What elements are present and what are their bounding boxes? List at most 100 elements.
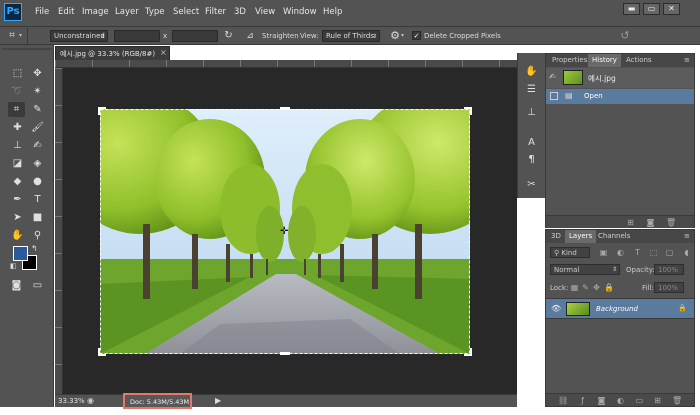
panel-menu-icon[interactable]: ≡ — [684, 56, 690, 64]
tab-3d[interactable]: 3D — [547, 230, 565, 243]
blend-mode-dropdown[interactable]: Normal ⇕ — [550, 264, 620, 275]
pixel-filter-icon[interactable]: ▣ — [599, 248, 608, 257]
history-snapshot-row[interactable]: ✍ 예시.jpg — [546, 68, 694, 88]
menu-filter[interactable]: Filter — [205, 7, 226, 17]
crop-handle-bottom-left[interactable] — [98, 348, 106, 356]
vertical-ruler[interactable] — [55, 68, 63, 394]
crop-tool-icon[interactable]: ⌗ — [8, 102, 25, 117]
marquee-tool-icon[interactable]: ⬚ — [9, 66, 26, 81]
adjustments-panel-icon[interactable]: ☰ — [523, 82, 540, 97]
paragraph-panel-icon[interactable]: ¶ — [523, 152, 540, 167]
menu-type[interactable]: Type — [145, 7, 165, 17]
eye-visibility-icon[interactable]: 👁 — [551, 304, 561, 313]
close-button[interactable]: ✕ — [663, 3, 680, 15]
lasso-tool-icon[interactable]: ➰ — [9, 84, 26, 99]
lock-position-icon[interactable]: ✥ — [592, 283, 601, 292]
brush-tool-icon[interactable]: 🖌 — [29, 120, 46, 135]
pen-tool-icon[interactable]: ✒ — [9, 192, 26, 207]
spot-healing-tool-icon[interactable]: ✚ — [9, 120, 26, 135]
menu-window[interactable]: Window — [283, 7, 317, 17]
lock-pixels-icon[interactable]: ✎ — [581, 283, 590, 292]
tab-actions[interactable]: Actions — [622, 54, 656, 67]
status-info-icon[interactable]: ◉ — [87, 396, 94, 405]
menu-select[interactable]: Select — [173, 7, 199, 17]
height-input[interactable] — [172, 30, 218, 42]
type-tool-icon[interactable]: T — [29, 192, 46, 207]
swap-colors-icon[interactable]: ↰ — [31, 244, 38, 253]
new-snapshot-icon[interactable]: ◙ — [646, 218, 655, 227]
tool-presets-panel-icon[interactable]: ✂ — [523, 177, 540, 192]
smart-object-filter-icon[interactable]: ▢ — [665, 248, 674, 257]
history-step-checkbox[interactable] — [550, 92, 558, 100]
layer-style-icon[interactable]: ƒ — [578, 396, 587, 405]
gear-icon[interactable]: ⚙ — [388, 29, 402, 43]
shape-filter-icon[interactable]: ⬚ — [649, 248, 658, 257]
foreground-color-swatch[interactable] — [13, 246, 28, 261]
history-brush-tool-icon[interactable]: ✍ — [29, 138, 46, 153]
layer-row[interactable]: 👁 Background 🔒 — [546, 298, 694, 319]
menu-layer[interactable]: Layer — [115, 7, 139, 17]
new-layer-icon[interactable]: ⊞ — [653, 396, 662, 405]
adjustment-filter-icon[interactable]: ◐ — [616, 248, 625, 257]
menu-file[interactable]: File — [35, 7, 49, 17]
history-step-row[interactable]: ▤ Open — [546, 89, 694, 104]
adjustment-layer-icon[interactable]: ◐ — [616, 396, 625, 405]
reset-icon[interactable]: ↺ — [618, 29, 632, 43]
preset-chevron-icon[interactable]: ▾ — [19, 32, 22, 39]
swap-icon[interactable]: ↻ — [222, 29, 235, 42]
eraser-tool-icon[interactable]: ◪ — [9, 156, 26, 171]
link-layers-icon[interactable]: ⛓ — [558, 396, 568, 405]
paint-bucket-tool-icon[interactable]: ◈ — [29, 156, 46, 171]
type-filter-icon[interactable]: T — [633, 248, 642, 257]
path-selection-tool-icon[interactable]: ➤ — [9, 210, 26, 225]
delete-state-icon[interactable]: 🗑 — [666, 218, 676, 227]
doc-size-highlight[interactable]: Doc: 5.43M/5.43M — [123, 393, 192, 409]
delete-cropped-checkbox[interactable]: ✓ — [412, 31, 421, 40]
add-mask-icon[interactable]: ◙ — [597, 396, 606, 405]
document-tab[interactable]: 예시.jpg @ 33.3% (RGB/8#) × — [55, 46, 170, 60]
filter-kind-dropdown[interactable]: ⚲ Kind — [550, 247, 590, 258]
move-tool-icon[interactable]: ✥ — [29, 66, 46, 81]
new-document-from-state-icon[interactable]: ⊞ — [626, 218, 635, 227]
tab-channels[interactable]: Channels — [594, 230, 634, 243]
status-menu-arrow-icon[interactable]: ▶ — [215, 396, 221, 405]
eyedropper-tool-icon[interactable]: ✎ — [29, 102, 46, 117]
tab-history[interactable]: History — [588, 54, 621, 67]
view-dropdown[interactable]: Rule of Thirds ⇕ — [322, 30, 380, 42]
crop-tool-preset-icon[interactable]: ⌗ — [5, 29, 19, 43]
straighten-label[interactable]: Straighten — [262, 32, 299, 40]
width-input[interactable] — [114, 30, 160, 42]
close-tab-icon[interactable]: × — [160, 48, 167, 57]
clone-stamp-tool-icon[interactable]: ⊥ — [9, 138, 26, 153]
character-panel-icon[interactable]: A — [523, 135, 540, 150]
crop-handle-bottom-right[interactable] — [464, 348, 472, 356]
layer-name[interactable]: Background — [596, 305, 638, 313]
menu-image[interactable]: Image — [82, 7, 109, 17]
menu-edit[interactable]: Edit — [58, 7, 74, 17]
menu-help[interactable]: Help — [323, 7, 342, 17]
fill-input[interactable]: 100% — [654, 282, 684, 293]
lock-transparency-icon[interactable]: ▦ — [570, 283, 579, 292]
dodge-tool-icon[interactable]: ● — [29, 174, 46, 189]
crop-handle-top-right[interactable] — [464, 107, 472, 115]
history-brush-source-icon[interactable]: ✍ — [549, 72, 556, 81]
screen-mode-icon[interactable]: ▭ — [29, 278, 46, 293]
quick-mask-icon[interactable]: ◙ — [8, 278, 25, 293]
crop-handle-top[interactable] — [280, 107, 290, 110]
blur-tool-icon[interactable]: ◆ — [9, 174, 26, 189]
minimize-button[interactable]: ▬ — [623, 3, 640, 15]
tab-layers[interactable]: Layers — [565, 230, 597, 243]
brush-panel-icon[interactable]: ✋ — [523, 64, 540, 79]
crop-handle-bottom[interactable] — [280, 352, 290, 355]
lock-all-icon[interactable]: 🔒 — [604, 283, 614, 292]
straighten-icon[interactable]: ⊿ — [244, 30, 256, 42]
zoom-level[interactable]: 33.33% — [58, 397, 85, 405]
panel-menu-icon[interactable]: ≡ — [684, 232, 690, 240]
zoom-tool-icon[interactable]: ⚲ — [29, 228, 46, 243]
default-colors-icon[interactable]: ◧ — [10, 262, 17, 270]
photo-canvas[interactable]: ✛ — [98, 107, 472, 356]
ratio-dropdown[interactable]: Unconstrained ⇕ — [50, 30, 108, 42]
settings-chevron-icon[interactable]: ▾ — [401, 32, 404, 39]
magic-wand-tool-icon[interactable]: ✴ — [29, 84, 46, 99]
tab-properties[interactable]: Properties — [548, 54, 591, 67]
